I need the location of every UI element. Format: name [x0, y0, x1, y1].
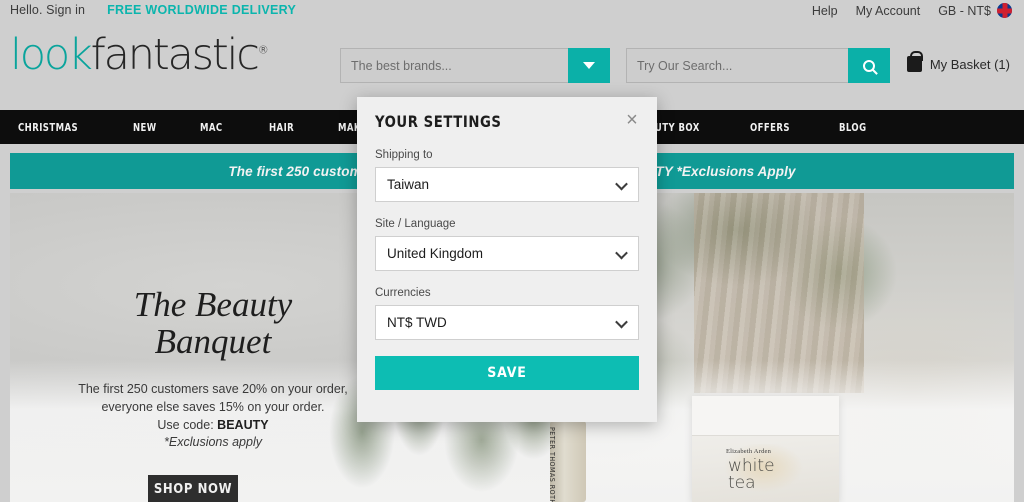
field-0: Taiwan [375, 167, 639, 202]
your-settings-modal: YOUR SETTINGS × Shipping to Taiwan Site / … [357, 97, 657, 422]
field-label-0: Shipping to [375, 149, 433, 161]
field-label-2: Currencies [375, 287, 431, 299]
field-1: United Kingdom [375, 236, 639, 271]
close-icon[interactable]: × [621, 109, 643, 131]
field-2: NT$ TWD [375, 305, 639, 340]
modal-title: YOUR SETTINGS [375, 112, 502, 131]
field-label-1: Site / Language [375, 218, 456, 230]
select-0[interactable]: Taiwan [375, 167, 639, 202]
modal-overlay: YOUR SETTINGS × Shipping to Taiwan Site / … [0, 0, 1024, 502]
select-2[interactable]: NT$ TWD [375, 305, 639, 340]
select-1[interactable]: United Kingdom [375, 236, 639, 271]
page-root: Hello. Sign in FREE WORLDWIDE DELIVERY H… [0, 0, 1024, 502]
save-button[interactable]: SAVE [375, 356, 639, 390]
modal-body: Shipping to Taiwan Site / Language United K… [375, 149, 639, 390]
